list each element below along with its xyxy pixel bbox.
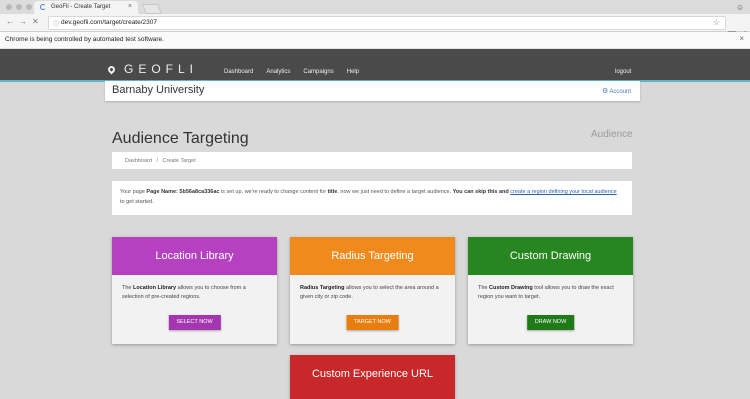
- radius-targeting-card: Radius Targeting Radius Targeting allows…: [290, 237, 455, 344]
- logout-link[interactable]: logout: [615, 69, 631, 75]
- infobar-close-icon[interactable]: ×: [739, 34, 744, 43]
- notice-text: Your page: [120, 189, 147, 195]
- card-bold: Radius Targeting: [300, 285, 345, 291]
- info-notice: Your page Page Name: 5b56a8ca336ac is se…: [112, 181, 632, 215]
- card-title: Radius Targeting: [290, 237, 455, 275]
- nav-campaigns[interactable]: Campaigns: [303, 69, 333, 75]
- target-now-button[interactable]: TARGET NOW: [346, 315, 399, 330]
- reload-icon[interactable]: ✕: [32, 17, 39, 26]
- top-nav: Dashboard Analytics Campaigns Help: [224, 69, 359, 75]
- page-title: Audience Targeting: [112, 130, 249, 147]
- notice-skip: You can skip this and: [452, 189, 509, 195]
- site-header: GEOFLI Dashboard Analytics Campaigns Hel…: [0, 49, 750, 82]
- infobar-text: Chrome is being controlled by automated …: [5, 36, 164, 43]
- browser-tab[interactable]: GeoFli - Create Target ×: [34, 1, 138, 14]
- notice-text: is set up, we're ready to change content…: [219, 189, 328, 195]
- breadcrumb-separator: /: [156, 158, 158, 164]
- section-label: Audience: [591, 129, 633, 140]
- card-title: Custom Experience URL: [311, 368, 434, 380]
- notice-title: title: [327, 189, 338, 195]
- url-text: dev.geofli.com/target/create/2307: [61, 19, 157, 26]
- create-region-link[interactable]: create a region defining your local audi…: [510, 189, 616, 195]
- notice-text: to get started.: [120, 199, 154, 205]
- star-icon[interactable]: ☆: [713, 18, 720, 27]
- page-info-icon[interactable]: ⓘ: [53, 19, 59, 28]
- notice-text: , now we just need to define a target au…: [337, 189, 453, 195]
- new-tab-button[interactable]: [142, 4, 162, 14]
- address-bar[interactable]: ⓘ dev.geofli.com/target/create/2307 ☆: [48, 16, 726, 30]
- window-controls[interactable]: [6, 4, 32, 10]
- tab-title: GeoFli - Create Target: [51, 4, 111, 10]
- select-now-button[interactable]: SELECT NOW: [168, 315, 221, 330]
- card-title: Location Library: [112, 237, 277, 275]
- forward-icon[interactable]: →: [19, 17, 27, 26]
- account-link[interactable]: ⚙Account: [602, 87, 631, 95]
- back-icon[interactable]: ←: [6, 17, 14, 26]
- draw-now-button[interactable]: DRAW NOW: [526, 315, 575, 330]
- logo-text: GEOFLI: [124, 62, 199, 76]
- automation-infobar: Chrome is being controlled by automated …: [0, 32, 750, 49]
- organization-name: Barnaby University: [112, 84, 205, 96]
- site-logo[interactable]: GEOFLI: [106, 62, 199, 76]
- nav-analytics[interactable]: Analytics: [266, 69, 290, 75]
- nav-help[interactable]: Help: [347, 69, 359, 75]
- notice-page-name: Page Name: 5b56a8ca336ac: [146, 189, 220, 195]
- card-bold: Location Library: [133, 285, 177, 291]
- breadcrumb: Dashboard / Create Target: [112, 152, 632, 169]
- tab-close-icon[interactable]: ×: [128, 3, 132, 10]
- browser-tab-strip: GeoFli - Create Target × ☺: [0, 0, 750, 14]
- custom-experience-url-card[interactable]: Custom Experience URL: [290, 355, 455, 399]
- breadcrumb-dashboard[interactable]: Dashboard: [125, 158, 152, 164]
- card-description: Radius Targeting allows you to select th…: [290, 275, 455, 302]
- gear-icon: ⚙: [602, 88, 609, 95]
- card-bold: Custom Drawing: [489, 285, 533, 291]
- tab-loading-icon: [40, 4, 46, 10]
- card-title: Custom Drawing: [468, 237, 633, 275]
- breadcrumb-current: Create Target: [162, 158, 196, 164]
- card-description: The Custom Drawing tool allows you to dr…: [478, 285, 614, 300]
- map-pin-icon: [106, 64, 117, 74]
- nav-dashboard[interactable]: Dashboard: [224, 69, 253, 75]
- account-label: Account: [609, 89, 631, 95]
- profile-icon[interactable]: ☺: [736, 3, 744, 12]
- location-library-card: Location Library The Location Library al…: [112, 237, 277, 344]
- browser-toolbar: ← → ✕ ⓘ dev.geofli.com/target/create/230…: [0, 14, 750, 39]
- organization-bar: Barnaby University ⚙Account: [105, 81, 640, 101]
- card-description: The Location Library allows you to choos…: [122, 285, 246, 300]
- custom-drawing-card: Custom Drawing The Custom Drawing tool a…: [468, 237, 633, 344]
